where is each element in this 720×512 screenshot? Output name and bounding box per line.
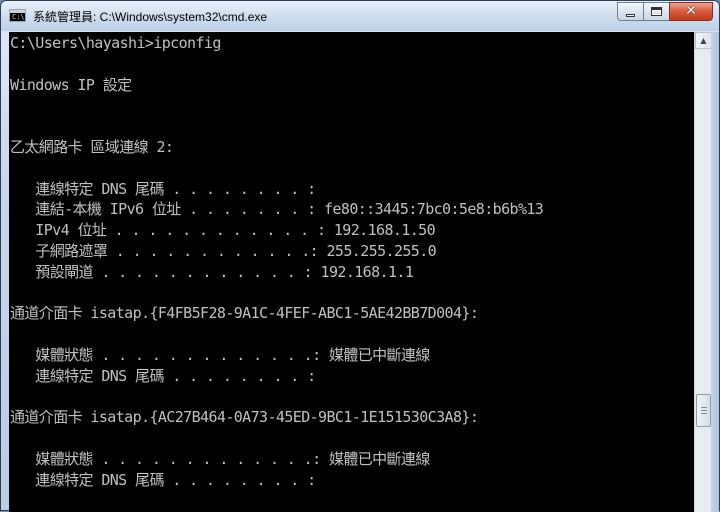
console-line: 乙太網路卡 區域連線 2: <box>10 138 174 156</box>
console-line: 連結-本機 IPv6 位址 . . . . . . . : fe80::3445… <box>10 200 544 219</box>
console-line: 通道介面卡 isatap.{F4FB5F28-9A1C-4FEF-ABC1-5A… <box>10 304 479 323</box>
window-title: 系統管理員: C:\Windows\system32\cmd.exe <box>33 10 268 24</box>
console-line: 媒體狀態 . . . . . . . . . . . . .: 媒體已中斷連線 <box>10 450 430 468</box>
console-line: C:\Users\hayashi>ipconfig <box>10 34 221 52</box>
maximize-icon <box>651 7 662 16</box>
caption-buttons: ✕ <box>617 2 713 22</box>
vertical-scrollbar[interactable]: ▲ <box>694 32 712 512</box>
grip-line <box>701 413 707 414</box>
scroll-up-arrow-icon[interactable]: ▲ <box>695 32 712 49</box>
minimize-icon <box>626 14 635 17</box>
window-frame-right <box>711 32 719 512</box>
console-line: 子網路遮罩 . . . . . . . . . . . .: 255.255.2… <box>10 242 437 260</box>
cmd-icon[interactable]: C:\ <box>9 9 26 22</box>
title-bar[interactable]: C:\ 系統管理員: C:\Windows\system32\cmd.exe ✕ <box>1 1 719 31</box>
console-line: 連線特定 DNS 尾碼 . . . . . . . . : <box>10 470 316 489</box>
maximize-button[interactable] <box>643 2 669 21</box>
close-button[interactable]: ✕ <box>669 2 713 21</box>
grip-line <box>701 410 707 411</box>
console-line: 通道介面卡 isatap.{AC27B464-0A73-45ED-9BC1-1E… <box>10 408 479 427</box>
console-line: 連線特定 DNS 尾碼 . . . . . . . . : <box>10 366 316 385</box>
cmd-window: C:\ 系統管理員: C:\Windows\system32\cmd.exe ✕… <box>0 0 720 512</box>
console-output[interactable]: C:\Users\hayashi>ipconfig Windows IP 設定乙太… <box>9 32 694 512</box>
cmd-icon-text: C:\ <box>12 13 25 21</box>
minimize-button[interactable] <box>617 2 643 21</box>
console-line: 連線特定 DNS 尾碼 . . . . . . . . : <box>10 179 316 198</box>
console-line: 預設閘道 . . . . . . . . . . . . : 192.168.1… <box>10 262 414 281</box>
grip-line <box>701 407 707 408</box>
close-icon: ✕ <box>685 3 697 19</box>
console-line: Windows IP 設定 <box>10 75 132 94</box>
console-line: 媒體狀態 . . . . . . . . . . . . .: 媒體已中斷連線 <box>10 346 430 364</box>
scrollbar-thumb[interactable] <box>696 394 711 427</box>
console-line: IPv4 位址 . . . . . . . . . . . . : 192.16… <box>10 221 436 240</box>
